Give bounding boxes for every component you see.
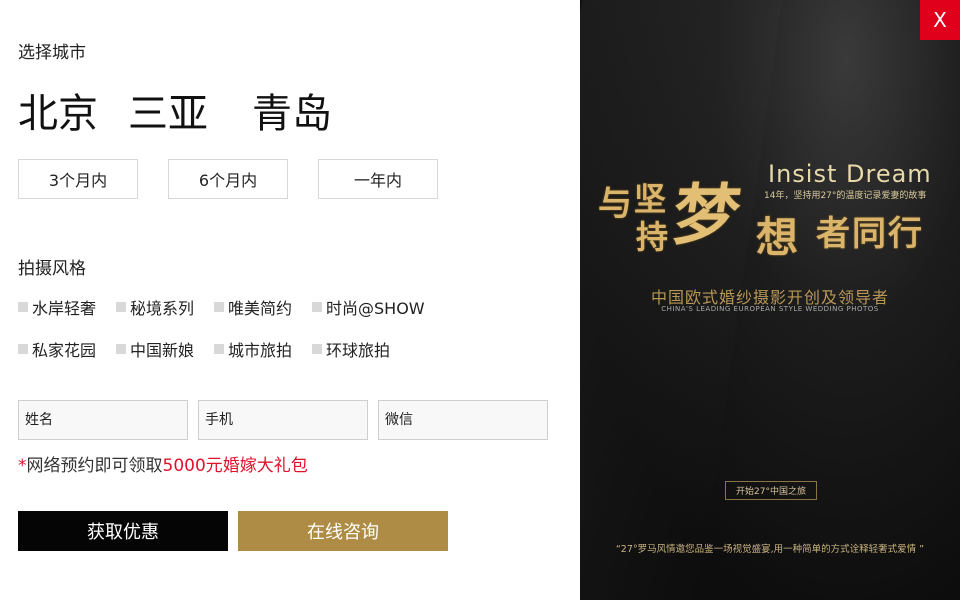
phone-input[interactable] (198, 400, 368, 440)
checkbox-icon (214, 344, 224, 354)
ad-banner: X Insist Dream 14年，坚持用27°的温度记录爱妻的故事 与 坚 … (580, 0, 960, 600)
checkbox-icon (312, 302, 322, 312)
calligraphy-meng: 梦 (667, 176, 745, 254)
style-option[interactable]: 时尚@SHOW (312, 296, 425, 318)
style-option[interactable]: 秘境系列 (116, 296, 214, 318)
action-buttons: 获取优惠 在线咨询 (18, 511, 458, 551)
tagline-en: CHINA'S LEADING EUROPEAN STYLE WEDDING P… (661, 305, 879, 313)
calligraphy-chi: 持 (636, 218, 669, 256)
checkbox-icon (18, 344, 28, 354)
calligraphy-rest: 者同行 (816, 214, 924, 254)
style-option[interactable]: 私家花园 (18, 338, 116, 360)
city-section-title: 选择城市 (18, 43, 86, 63)
promo-label: 网络预约即可领取 (26, 456, 163, 476)
style-option[interactable]: 城市旅拍 (214, 338, 312, 360)
period-3-months-button[interactable]: 3个月内 (18, 159, 138, 199)
period-1-year-button[interactable]: 一年内 (318, 159, 438, 199)
city-option-sanya[interactable]: 三亚 (128, 86, 208, 142)
contact-form (18, 400, 558, 440)
ad-quote: “27°罗马风情邀您品鉴一场视觉盛宴,用一种简单的方式诠释轻奢式爱情 ” (615, 544, 925, 555)
style-option[interactable]: 环球旅拍 (312, 338, 410, 360)
slogan-subline: 14年，坚持用27°的温度记录爱妻的故事 (764, 191, 927, 201)
period-options: 3个月内 6个月内 一年内 (18, 159, 468, 199)
style-options: 水岸轻奢 秘境系列 唯美简约 时尚@SHOW 私家花园 中国新娘 城市旅拍 环球… (18, 296, 458, 380)
city-option-beijing[interactable]: 北京 (18, 86, 98, 142)
style-option[interactable]: 中国新娘 (116, 338, 214, 360)
calligraphy-xiang: 想 (756, 213, 799, 262)
checkbox-icon (116, 344, 126, 354)
city-option-qingdao[interactable]: 青岛 (252, 86, 332, 142)
style-option[interactable]: 唯美简约 (214, 296, 312, 318)
city-list: 北京 三亚 青岛 (18, 86, 362, 142)
promo-highlight: 5000元婚嫁大礼包 (162, 456, 308, 476)
online-consult-button[interactable]: 在线咨询 (238, 511, 448, 551)
wechat-input[interactable] (378, 400, 548, 440)
style-section-title: 拍摄风格 (18, 259, 86, 279)
period-6-months-button[interactable]: 6个月内 (168, 159, 288, 199)
promo-text: *网络预约即可领取5000元婚嫁大礼包 (18, 451, 308, 476)
close-button[interactable]: X (920, 0, 960, 40)
checkbox-icon (116, 302, 126, 312)
name-input[interactable] (18, 400, 188, 440)
start-journey-button[interactable]: 开始27°中国之旅 (725, 481, 817, 500)
checkbox-icon (312, 344, 322, 354)
get-discount-button[interactable]: 获取优惠 (18, 511, 228, 551)
calligraphy-yu: 与 (598, 184, 632, 224)
slogan-art: Insist Dream 14年，坚持用27°的温度记录爱妻的故事 与 坚 持 … (580, 160, 960, 280)
booking-panel: 选择城市 北京 三亚 青岛 3个月内 6个月内 一年内 拍摄风格 水岸轻奢 秘境… (0, 0, 580, 600)
checkbox-icon (214, 302, 224, 312)
required-star: * (18, 456, 27, 476)
insist-dream-title: Insist Dream (768, 160, 932, 188)
style-option[interactable]: 水岸轻奢 (18, 296, 116, 318)
checkbox-icon (18, 302, 28, 312)
